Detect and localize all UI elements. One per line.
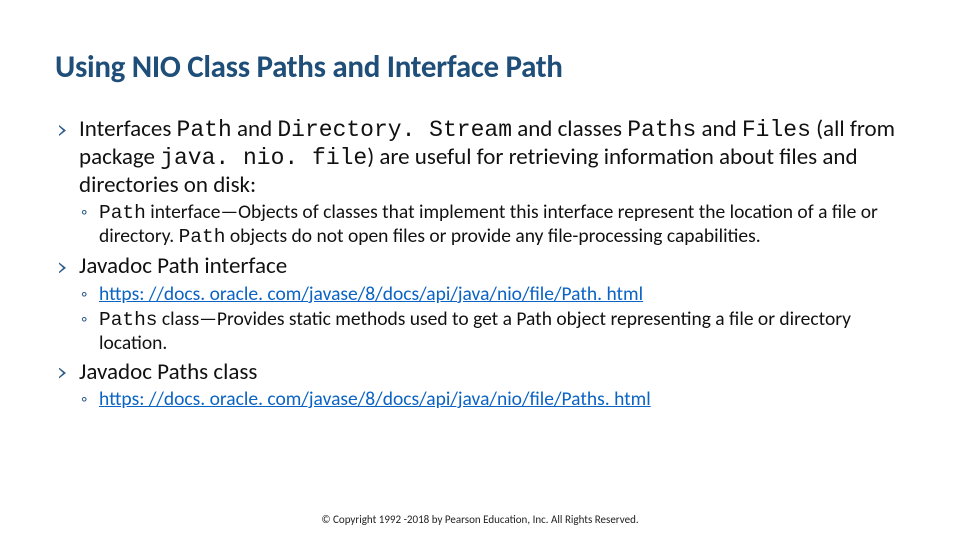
slide-title: Using NIO Class Paths and Interface Path bbox=[55, 48, 905, 86]
code: Paths bbox=[627, 117, 696, 143]
text: class—Provides static methods used to ge… bbox=[99, 307, 851, 355]
copyright-footer: © Copyright 1992 -2018 by Pearson Educat… bbox=[0, 513, 960, 526]
bullet-item-2: Javadoc Path interface https: //docs. or… bbox=[55, 253, 905, 354]
sub-1a-text: Path interface—Objects of classes that i… bbox=[99, 200, 878, 248]
sub-list-1: Path interface—Objects of classes that i… bbox=[79, 201, 905, 249]
sub-item-1a: Path interface—Objects of classes that i… bbox=[79, 201, 905, 249]
code: Directory. Stream bbox=[277, 117, 512, 143]
code: Path bbox=[179, 226, 226, 248]
sub-2b-text: Paths class—Provides static methods used… bbox=[99, 307, 851, 355]
text: and classes bbox=[512, 115, 627, 143]
code: Path bbox=[177, 117, 232, 143]
sub-item-3a: https: //docs. oracle. com/javase/8/docs… bbox=[79, 388, 905, 411]
text: Interfaces bbox=[79, 115, 177, 143]
text: and bbox=[232, 115, 278, 143]
bullet-2-text: Javadoc Path interface bbox=[79, 252, 287, 280]
sub-item-2b: Paths class—Provides static methods used… bbox=[79, 308, 905, 355]
bullet-3-text: Javadoc Paths class bbox=[79, 358, 257, 386]
slide-body: Using NIO Class Paths and Interface Path… bbox=[0, 0, 960, 411]
sub-list-2: https: //docs. oracle. com/javase/8/docs… bbox=[79, 283, 905, 355]
bullet-1-text: Interfaces Path and Directory. Stream an… bbox=[79, 115, 895, 199]
text: objects do not open files or provide any… bbox=[225, 224, 760, 248]
sub-list-3: https: //docs. oracle. com/javase/8/docs… bbox=[79, 388, 905, 411]
link-paths-javadoc[interactable]: https: //docs. oracle. com/javase/8/docs… bbox=[99, 387, 651, 411]
bullet-list: Interfaces Path and Directory. Stream an… bbox=[55, 116, 905, 411]
bullet-item-3: Javadoc Paths class https: //docs. oracl… bbox=[55, 359, 905, 411]
code: Path bbox=[99, 202, 146, 224]
sub-item-2a: https: //docs. oracle. com/javase/8/docs… bbox=[79, 283, 905, 306]
code: Paths bbox=[99, 309, 158, 331]
link-path-javadoc[interactable]: https: //docs. oracle. com/javase/8/docs… bbox=[99, 282, 643, 306]
code: Files bbox=[742, 117, 811, 143]
bullet-item-1: Interfaces Path and Directory. Stream an… bbox=[55, 116, 905, 249]
text: and bbox=[696, 115, 742, 143]
code: java. nio. file bbox=[160, 145, 367, 171]
